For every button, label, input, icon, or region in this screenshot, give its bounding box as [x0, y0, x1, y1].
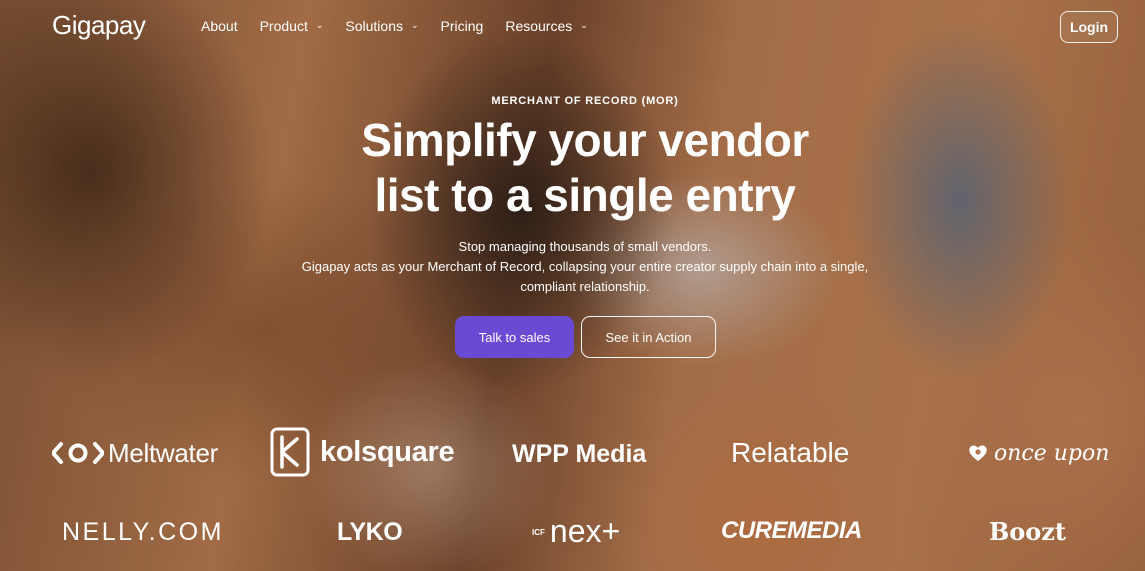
subtitle-line-1: Stop managing thousands of small vendors… — [458, 239, 712, 254]
curemedia-wordmark: CUREMEDIA — [721, 517, 862, 544]
chevron-down-icon: ⌄ — [580, 19, 588, 30]
nav-item-label: Resources — [505, 18, 573, 34]
main-menu: About Product ⌄ Solutions ⌄ Pricing Reso… — [201, 18, 610, 34]
hero-subtitle: Stop managing thousands of small vendors… — [0, 237, 1145, 297]
nav-item-pricing[interactable]: Pricing — [441, 18, 484, 34]
customer-logo-meltwater: Meltwater — [52, 437, 218, 469]
headline-line-2: list to a single entry — [374, 169, 797, 221]
nav-item-resources[interactable]: Resources ⌄ — [505, 18, 587, 34]
meltwater-wordmark: Meltwater — [108, 437, 218, 468]
gigapay-logo[interactable]: Gigapay — [52, 10, 146, 41]
wpp-media-wordmark: WPP Media — [512, 439, 647, 468]
customer-logo-wpp-media: WPP Media — [512, 438, 646, 470]
hero-cta-group: Talk to sales See it in Action — [455, 316, 716, 358]
customer-logo-kolsquare: kolsquare — [270, 426, 455, 478]
hero-headline: Simplify your vendor list to a single en… — [0, 113, 1145, 223]
nav-item-about[interactable]: About — [201, 18, 238, 34]
lyko-wordmark: LYKO — [337, 517, 403, 546]
subtitle-line-3: compliant relationship. — [520, 279, 650, 294]
nav-item-label: About — [201, 18, 238, 34]
customer-logo-icf-next: ICF nex+ — [532, 512, 621, 549]
customer-logo-boozt: Boozt — [989, 516, 1066, 546]
chevron-down-icon: ⌄ — [410, 19, 419, 30]
meltwater-mark-icon — [52, 442, 104, 464]
nav-item-product[interactable]: Product ⌄ — [260, 18, 324, 34]
customer-logo-lyko: LYKO — [337, 517, 403, 547]
kolsquare-wordmark: kolsquare — [320, 435, 455, 468]
customer-logo-relatable: Relatable — [731, 436, 849, 470]
talk-to-sales-button[interactable]: Talk to sales — [455, 316, 574, 358]
top-navigation: Gigapay About Product ⌄ Solutions ⌄ Pric… — [0, 0, 1145, 54]
nav-item-label: Product — [259, 18, 308, 34]
relatable-wordmark: Relatable — [731, 437, 850, 468]
see-it-in-action-button[interactable]: See it in Action — [581, 316, 716, 358]
headline-line-1: Simplify your vendor — [361, 114, 809, 166]
once-upon-heart-icon — [969, 445, 987, 461]
hero-eyebrow: MERCHANT OF RECORD (MOR) — [491, 95, 679, 107]
nav-item-solutions[interactable]: Solutions ⌄ — [345, 18, 418, 34]
customer-logo-nelly: NELLY.COM — [62, 517, 224, 547]
nav-item-label: Solutions — [345, 18, 403, 34]
subtitle-line-2: Gigapay acts as your Merchant of Record,… — [301, 259, 869, 274]
once-upon-wordmark: once upon — [994, 440, 1110, 466]
kolsquare-mark-icon — [270, 427, 310, 477]
next-wordmark: nex+ — [549, 512, 621, 549]
customer-logo-once-upon: once upon — [968, 439, 1109, 467]
icf-prefix: ICF — [532, 527, 545, 537]
nav-item-label: Pricing — [440, 18, 484, 34]
boozt-wordmark: Boozt — [989, 516, 1067, 546]
customer-logo-curemedia: CUREMEDIA — [721, 516, 862, 546]
nelly-wordmark: NELLY.COM — [62, 517, 224, 546]
chevron-down-icon: ⌄ — [315, 19, 324, 30]
login-button[interactable]: Login — [1060, 11, 1118, 43]
